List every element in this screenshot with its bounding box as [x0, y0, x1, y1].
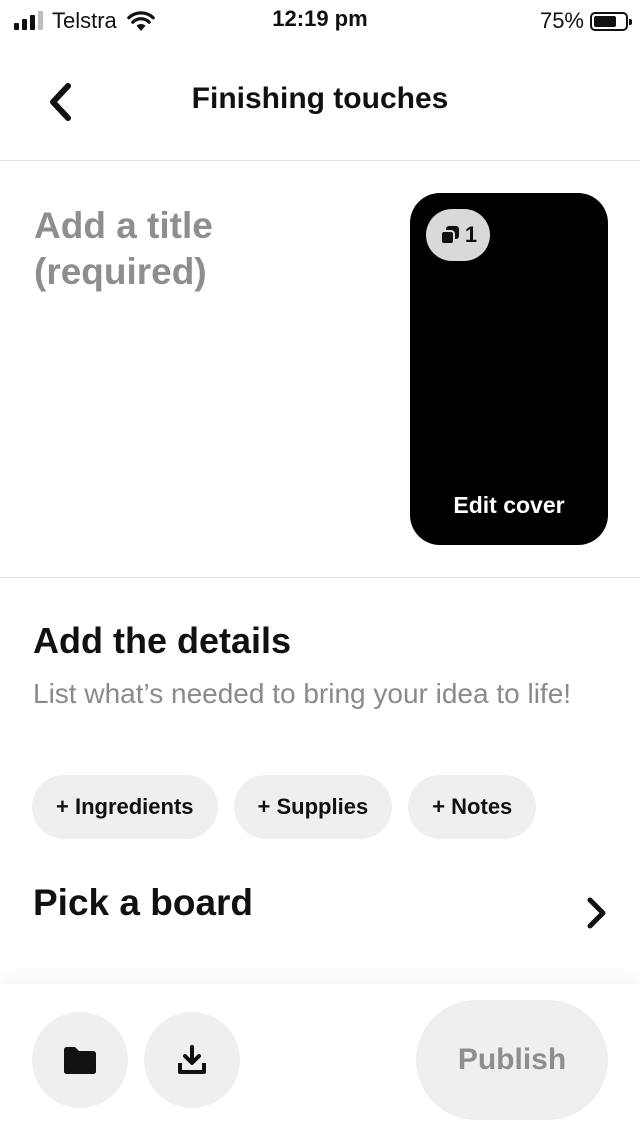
download-button[interactable] [144, 1012, 240, 1108]
details-subtext: List what’s needed to bring your idea to… [33, 678, 572, 709]
supplies-chip[interactable]: + Supplies [233, 775, 393, 839]
save-to-folder-button[interactable] [32, 1012, 128, 1108]
details-heading: Add the details [33, 620, 292, 661]
page-title: Finishing touches [191, 82, 449, 115]
page-count-badge: 1 [426, 209, 490, 261]
status-bar: Telstra 12:19 pm 75% [0, 0, 640, 40]
cover-preview[interactable]: 1 Edit cover [410, 193, 608, 545]
pages-icon [439, 226, 459, 245]
bottom-bar: Publish [0, 984, 640, 1136]
download-icon [178, 1045, 206, 1074]
battery-percent: 75% [539, 8, 584, 33]
page-count: 1 [464, 222, 478, 247]
status-right: 75% [539, 6, 632, 36]
header: Finishing touches [0, 42, 640, 161]
battery-icon [590, 11, 632, 31]
detail-chips: + Ingredients + Supplies + Notes [32, 775, 537, 839]
pick-board-label: Pick a board [33, 882, 254, 923]
notes-chip[interactable]: + Notes [408, 775, 537, 839]
pick-board-row[interactable]: Pick a board [0, 862, 640, 958]
publish-button[interactable]: Publish [416, 1000, 608, 1120]
edit-cover-button[interactable]: Edit cover [410, 492, 608, 519]
title-input[interactable] [34, 203, 354, 323]
title-section: 1 Edit cover [0, 161, 640, 578]
ingredients-chip[interactable]: + Ingredients [32, 775, 218, 839]
chevron-right-icon [587, 897, 606, 929]
folder-icon [64, 1047, 96, 1074]
